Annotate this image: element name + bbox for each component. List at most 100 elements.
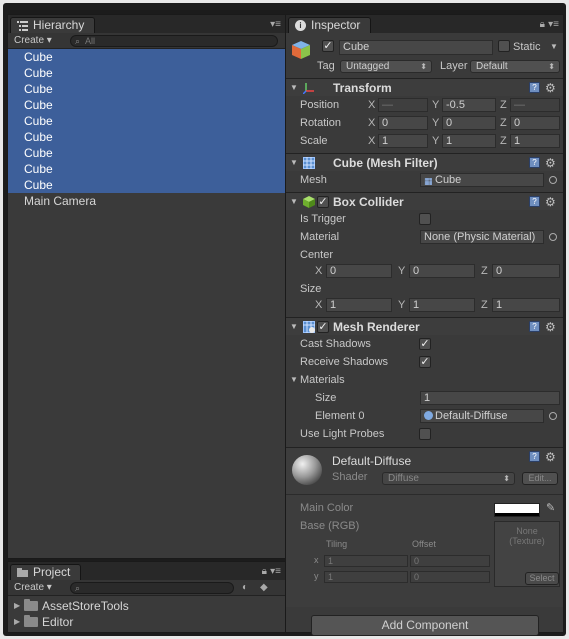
offset-y-field[interactable]: 0 <box>410 571 490 583</box>
center-z-field[interactable]: 0 <box>492 264 560 278</box>
help-book-icon[interactable]: ? <box>529 157 540 168</box>
offset-x-field[interactable]: 0 <box>410 555 490 567</box>
tab-hierarchy[interactable]: Hierarchy <box>10 17 96 33</box>
hierarchy-item[interactable]: Cube <box>8 145 285 161</box>
expand-triangle-icon[interactable]: ▶ <box>14 598 24 614</box>
hierarchy-item[interactable]: Cube <box>8 49 285 65</box>
physic-material-field[interactable]: None (Physic Material) <box>420 230 544 244</box>
center-x-field[interactable]: 0 <box>326 264 392 278</box>
hierarchy-item[interactable]: Cube <box>8 113 285 129</box>
help-book-icon[interactable]: ? <box>529 196 540 207</box>
rotation-x-field[interactable]: 0 <box>378 116 428 130</box>
scale-z-field[interactable]: 1 <box>510 134 560 148</box>
hierarchy-panel-menu-icon[interactable]: ▾≡ <box>270 19 281 30</box>
gear-icon[interactable]: ⚙ <box>545 194 556 210</box>
hierarchy-item[interactable]: Cube <box>8 81 285 97</box>
tiling-x-field[interactable]: 1 <box>324 555 408 567</box>
filter-by-type-icon[interactable]: ◐ <box>242 582 248 593</box>
size-x-field[interactable]: 1 <box>326 298 392 312</box>
mesh-filter-header[interactable]: ▼ Cube (Mesh Filter) ? ⚙ <box>286 153 563 171</box>
texture-select-button[interactable]: Select <box>525 572 559 585</box>
project-folder-icon <box>17 568 28 577</box>
size-y-field[interactable]: 1 <box>409 298 475 312</box>
tag-value: Untagged <box>346 61 390 72</box>
project-folder-item[interactable]: ▶ Editor <box>8 614 285 630</box>
transform-axes-icon <box>303 83 314 94</box>
project-folder-item[interactable]: ▶ AssetStoreTools <box>8 598 285 614</box>
hierarchy-item[interactable]: Cube <box>8 97 285 113</box>
cast-shadows-checkbox[interactable]: ✓ <box>419 338 431 350</box>
foldout-triangle-icon[interactable]: ▼ <box>290 154 298 172</box>
size-row: X 1 Y 1 Z 1 <box>286 296 563 314</box>
box-collider-icon <box>303 196 315 208</box>
tab-project[interactable]: Project <box>10 564 82 580</box>
inspector-panel-menu-icon[interactable]: ▾≡ <box>548 19 559 30</box>
hierarchy-search-input[interactable]: ⌕ All <box>70 35 278 47</box>
transform-header[interactable]: ▼ Transform ? ⚙ <box>286 78 563 96</box>
lock-icon[interactable]: 🔒︎ <box>540 19 545 30</box>
expand-triangle-icon[interactable]: ▶ <box>14 614 24 630</box>
position-y-field[interactable]: -0.5 <box>442 98 496 112</box>
foldout-triangle-icon[interactable]: ▼ <box>290 371 298 389</box>
gear-icon[interactable]: ⚙ <box>545 319 556 335</box>
mesh-renderer-header[interactable]: ▼ ✓ Mesh Renderer ? ⚙ <box>286 317 563 335</box>
hierarchy-item[interactable]: Cube <box>8 129 285 145</box>
main-color-swatch[interactable] <box>494 503 540 517</box>
position-z-field[interactable]: — <box>510 98 560 112</box>
layer-dropdown[interactable]: Default ⬍ <box>470 60 560 73</box>
mesh-object-field[interactable]: ▦ Cube <box>420 173 544 187</box>
shader-edit-button[interactable]: Edit... <box>522 472 558 485</box>
object-name-field[interactable]: Cube <box>339 40 493 55</box>
project-tab-label: Project <box>33 565 71 579</box>
materials-row[interactable]: ▼ Materials <box>286 371 563 389</box>
lock-icon[interactable]: 🔒︎ <box>262 566 267 577</box>
gear-icon[interactable]: ⚙ <box>545 80 556 96</box>
project-create-button[interactable]: Create ▾ <box>14 582 52 593</box>
static-checkbox[interactable] <box>498 40 510 52</box>
scale-x-field[interactable]: 1 <box>378 134 428 148</box>
project-search-input[interactable]: ⌕ <box>70 582 234 594</box>
filter-by-label-icon[interactable]: ◆ <box>260 582 268 593</box>
foldout-triangle-icon[interactable]: ▼ <box>290 79 298 97</box>
gear-icon[interactable]: ⚙ <box>545 155 556 171</box>
tab-inspector[interactable]: i Inspector <box>288 17 372 33</box>
help-book-icon[interactable]: ? <box>529 451 540 462</box>
element0-field[interactable]: Default-Diffuse <box>420 409 544 423</box>
foldout-triangle-icon[interactable]: ▼ <box>290 318 298 336</box>
tag-dropdown[interactable]: Untagged ⬍ <box>340 60 432 73</box>
gear-icon[interactable]: ⚙ <box>545 449 556 465</box>
object-picker-icon[interactable] <box>549 233 557 241</box>
hierarchy-create-button[interactable]: Create ▾ <box>14 35 52 46</box>
position-x-field[interactable]: — <box>378 98 428 112</box>
is-trigger-checkbox[interactable] <box>419 213 431 225</box>
foldout-triangle-icon[interactable]: ▼ <box>290 193 298 211</box>
object-picker-icon[interactable] <box>549 176 557 184</box>
box-collider-enabled-checkbox[interactable]: ✓ <box>317 196 329 208</box>
object-active-checkbox[interactable]: ✓ <box>322 40 334 52</box>
mesh-renderer-enabled-checkbox[interactable]: ✓ <box>317 321 329 333</box>
materials-size-field[interactable]: 1 <box>420 391 560 405</box>
axis-x-label: X <box>315 299 323 311</box>
hierarchy-item[interactable]: Cube <box>8 177 285 193</box>
size-z-field[interactable]: 1 <box>492 298 560 312</box>
hierarchy-item[interactable]: Main Camera <box>8 193 285 209</box>
hierarchy-item[interactable]: Cube <box>8 65 285 81</box>
rotation-y-field[interactable]: 0 <box>442 116 496 130</box>
center-y-field[interactable]: 0 <box>409 264 475 278</box>
rotation-z-field[interactable]: 0 <box>510 116 560 130</box>
project-panel-menu-icon[interactable]: ▾≡ <box>270 566 281 577</box>
light-probes-checkbox[interactable] <box>419 428 431 440</box>
add-component-button[interactable]: Add Component <box>311 615 539 636</box>
static-dropdown-icon[interactable]: ▼ <box>550 42 558 51</box>
eyedropper-icon[interactable]: ✎ <box>546 501 555 514</box>
texture-slot[interactable]: None (Texture) Select <box>494 521 560 587</box>
help-book-icon[interactable]: ? <box>529 82 540 93</box>
help-book-icon[interactable]: ? <box>529 321 540 332</box>
tiling-y-field[interactable]: 1 <box>324 571 408 583</box>
hierarchy-item[interactable]: Cube <box>8 161 285 177</box>
scale-y-field[interactable]: 1 <box>442 134 496 148</box>
receive-shadows-checkbox[interactable]: ✓ <box>419 356 431 368</box>
box-collider-header[interactable]: ▼ ✓ Box Collider ? ⚙ <box>286 192 563 210</box>
object-picker-icon[interactable] <box>549 412 557 420</box>
shader-dropdown[interactable]: Diffuse ⬍ <box>382 472 515 485</box>
